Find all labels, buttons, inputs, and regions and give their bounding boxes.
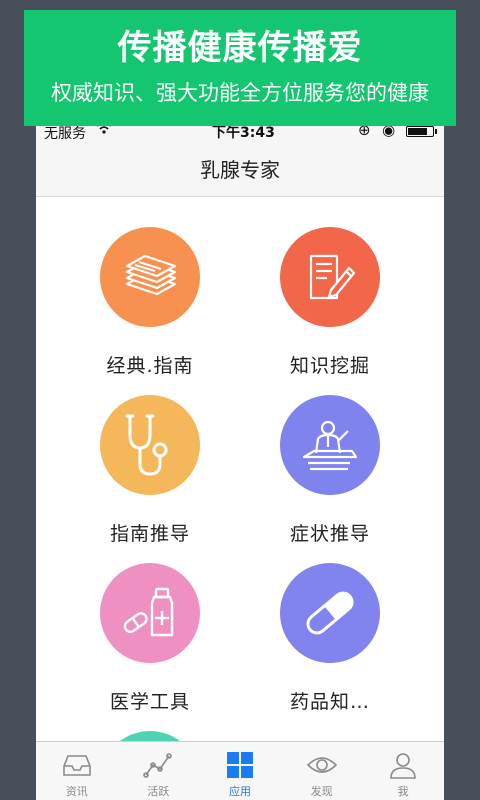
eye-icon xyxy=(281,750,363,780)
doctor-presenting-icon xyxy=(302,420,358,471)
tile-circle xyxy=(280,227,380,327)
battery-icon xyxy=(406,126,437,137)
tile-label: 医学工具 xyxy=(109,691,190,713)
phone-screen: 无服务 下午3:43 ⊕ ◉ 乳腺专家 经典.指南 知识挖掘 指南推导 症状推导… xyxy=(36,120,444,800)
inbox-tray-icon xyxy=(36,750,118,780)
document-edit-icon xyxy=(309,254,356,300)
tile-circle xyxy=(280,563,380,663)
tile-label: 知识挖掘 xyxy=(289,355,370,377)
tile-medical-tools[interactable]: 医学工具 xyxy=(60,563,240,714)
banner-subtitle: 权威知识、强大功能全方位服务您的健康 xyxy=(51,81,429,105)
tab-label: 我 xyxy=(397,785,409,798)
tile-circle xyxy=(100,563,200,663)
tile-label: 药品知… xyxy=(289,691,370,713)
tab-bar: 资讯 活跃 应用 发现 我 xyxy=(36,741,444,800)
tile-circle xyxy=(100,227,200,327)
tile-label: 指南推导 xyxy=(109,523,190,545)
promo-banner: 传播健康传播爱 权威知识、强大功能全方位服务您的健康 xyxy=(24,10,456,126)
apps-grid-icon xyxy=(199,750,281,780)
page-title: 乳腺专家 xyxy=(200,158,280,182)
tab-discover[interactable]: 发现 xyxy=(281,742,363,800)
stacked-papers-icon xyxy=(125,254,177,296)
capsule-icon xyxy=(306,591,354,635)
nav-bar: 乳腺专家 xyxy=(36,144,444,197)
tab-news[interactable]: 资讯 xyxy=(36,742,118,800)
activity-graph-icon xyxy=(118,750,200,780)
tab-label: 应用 xyxy=(228,785,251,798)
banner-title: 传播健康传播爱 xyxy=(117,28,363,68)
tile-drug-knowledge[interactable]: 药品知… xyxy=(240,563,420,714)
tab-me[interactable]: 我 xyxy=(362,742,444,800)
tile-guide-derivation[interactable]: 指南推导 xyxy=(60,395,240,546)
tab-apps[interactable]: 应用 xyxy=(199,742,281,800)
tile-symptom-derivation[interactable]: 症状推导 xyxy=(240,395,420,546)
tab-label: 发现 xyxy=(310,785,333,798)
tab-label: 资讯 xyxy=(65,785,88,798)
user-icon xyxy=(362,750,444,780)
tile-knowledge-mining[interactable]: 知识挖掘 xyxy=(240,227,420,378)
tile-label: 经典.指南 xyxy=(106,355,194,377)
stethoscope-icon xyxy=(125,414,168,476)
tile-circle xyxy=(100,395,200,495)
tile-classic-guide[interactable]: 经典.指南 xyxy=(60,227,240,378)
carrier-label: 无服务 xyxy=(44,126,86,142)
tile-circle xyxy=(280,395,380,495)
tab-activity[interactable]: 活跃 xyxy=(118,742,200,800)
tile-label: 症状推导 xyxy=(289,523,370,545)
medicine-bottle-icon xyxy=(123,587,174,637)
tab-label: 活跃 xyxy=(147,785,170,798)
